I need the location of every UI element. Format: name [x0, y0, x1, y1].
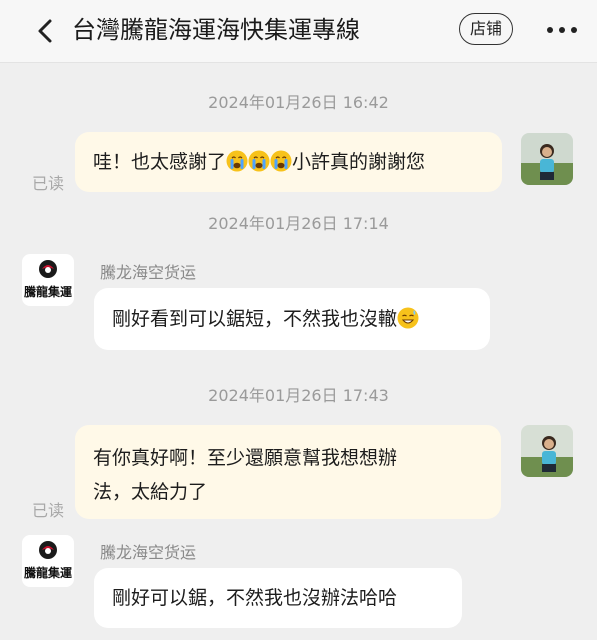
back-arrow-icon[interactable] [32, 17, 60, 45]
message-bubble-user[interactable]: 哇！也太感謝了 小許真的謝謝您 [75, 132, 502, 192]
more-icon[interactable] [546, 24, 578, 36]
message-bubble-shop[interactable]: 剛好看到可以鋸短，不然我也沒轍 [94, 288, 490, 350]
user-avatar[interactable] [521, 425, 573, 477]
timestamp: 2024年01月26日 17:43 [208, 386, 389, 405]
user-avatar-photo [521, 425, 573, 477]
crying-face-icon [248, 150, 270, 172]
crying-face-icon [270, 150, 292, 172]
crying-face-icon [226, 150, 248, 172]
sweat-smile-face-icon [397, 307, 419, 329]
message-text-line: 有你真好啊！至少還願意幫我想想辦 [93, 447, 398, 469]
timestamp: 2024年01月26日 17:14 [208, 214, 389, 233]
message-text: 剛好可以鋸，不然我也沒辦法哈哈 [112, 587, 398, 609]
shop-logo-text: 騰龍集運 [23, 285, 72, 299]
message-text-line: 法，太給力了 [93, 481, 208, 503]
message-text: 剛好看到可以鋸短，不然我也沒轍 [112, 308, 398, 330]
message-bubble-shop[interactable]: 剛好可以鋸，不然我也沒辦法哈哈 [94, 568, 462, 628]
message-text: 哇！也太感謝了 [93, 151, 227, 173]
chat-title: 台灣騰龍海運海快集運專線 [72, 16, 360, 44]
shop-button[interactable]: 店铺 [459, 13, 513, 45]
user-avatar-photo [521, 133, 573, 185]
shop-logo-text: 騰龍集運 [23, 566, 72, 580]
message-bubble-user[interactable]: 有你真好啊！至少還願意幫我想想辦 法，太給力了 [75, 425, 501, 519]
chat-header: 台灣騰龍海運海快集運專線 店铺 [0, 0, 597, 63]
shop-avatar[interactable]: 騰龍集運 [22, 254, 74, 306]
sender-name: 騰龙海空货运 [100, 263, 197, 282]
read-status: 已读 [32, 501, 65, 520]
timestamp: 2024年01月26日 16:42 [208, 93, 389, 112]
sender-name: 騰龙海空货运 [100, 543, 197, 562]
message-text: 小許真的謝謝您 [292, 151, 426, 173]
shop-avatar[interactable]: 騰龍集運 [22, 535, 74, 587]
read-status: 已读 [32, 174, 65, 193]
user-avatar[interactable] [521, 133, 573, 185]
